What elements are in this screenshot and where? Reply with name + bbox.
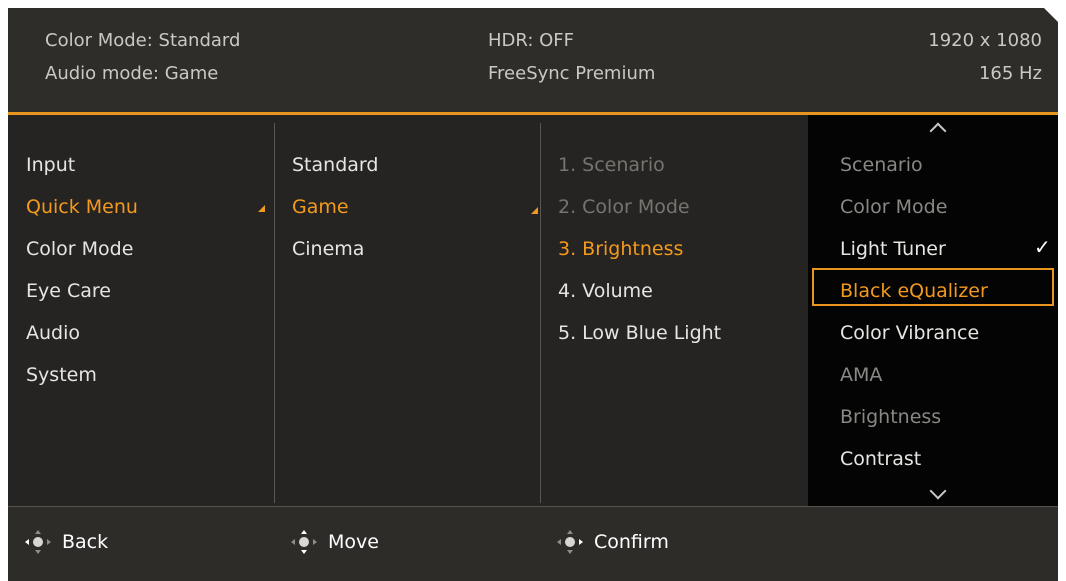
joystick-updown-icon <box>290 530 318 554</box>
function-item-contrast[interactable]: Contrast <box>840 447 921 471</box>
function-item-color-mode: Color Mode <box>840 196 948 218</box>
scroll-down-icon[interactable] <box>929 482 947 500</box>
status-header: Color Mode: Standard Audio mode: Game HD… <box>8 8 1058 112</box>
slot-item-volume[interactable]: 4. Volume <box>558 279 653 303</box>
quick-slot-column: 1. Scenario 2. Color Mode 3. Brightness … <box>540 115 808 506</box>
mode-item-cinema[interactable]: Cinema <box>292 237 364 261</box>
menu-item-eye-care[interactable]: Eye Care <box>26 279 111 303</box>
main-menu-column: Input Quick Menu Color Mode Eye Care Aud… <box>8 115 274 506</box>
function-item-ama: AMA <box>840 364 883 386</box>
confirm-hint[interactable]: Confirm <box>556 527 669 557</box>
function-item-black-equalizer[interactable]: Black eQualizer <box>840 279 988 303</box>
menu-item-color-mode[interactable]: Color Mode <box>26 237 133 261</box>
joystick-left-icon <box>24 530 52 554</box>
move-hint[interactable]: Move <box>290 527 379 557</box>
joystick-right-icon <box>556 530 584 554</box>
move-label: Move <box>328 531 379 553</box>
quick-menu-column: Standard Game Cinema <box>274 115 540 506</box>
mode-item-game[interactable]: Game <box>292 195 349 219</box>
back-label: Back <box>62 531 109 553</box>
function-item-brightness: Brightness <box>840 406 942 428</box>
back-hint[interactable]: Back <box>24 527 108 557</box>
scroll-up-icon[interactable] <box>929 122 947 140</box>
freesync-status: FreeSync Premium <box>488 63 656 84</box>
menu-item-input[interactable]: Input <box>26 153 75 177</box>
confirm-label: Confirm <box>594 531 669 553</box>
corner-notch <box>1044 8 1058 22</box>
slot-item-color-mode: 2. Color Mode <box>558 196 690 218</box>
mode-item-standard[interactable]: Standard <box>292 153 378 177</box>
resolution-status: 1920 x 1080 <box>928 30 1042 51</box>
hdr-status: HDR: OFF <box>488 30 575 51</box>
slot-item-low-blue-light[interactable]: 5. Low Blue Light <box>558 321 721 345</box>
function-item-light-tuner[interactable]: Light Tuner <box>840 237 946 261</box>
function-item-scenario: Scenario <box>840 154 923 176</box>
function-list-column: Scenario Color Mode Light Tuner ✓ Black … <box>808 115 1058 506</box>
menu-item-system[interactable]: System <box>26 363 97 387</box>
refresh-rate-status: 165 Hz <box>978 63 1042 84</box>
monitor-osd: Color Mode: Standard Audio mode: Game HD… <box>8 8 1058 581</box>
menu-item-audio[interactable]: Audio <box>26 321 80 345</box>
checkmark-icon: ✓ <box>1034 235 1051 259</box>
color-mode-status: Color Mode: Standard <box>45 30 241 51</box>
selected-indicator-icon <box>258 205 265 212</box>
selected-indicator-icon <box>531 207 538 214</box>
audio-mode-status: Audio mode: Game <box>45 63 219 84</box>
slot-item-scenario: 1. Scenario <box>558 154 665 176</box>
menu-item-quick-menu[interactable]: Quick Menu <box>26 195 138 219</box>
slot-item-brightness[interactable]: 3. Brightness <box>558 237 683 261</box>
control-hints-footer: Back Move Confirm <box>8 506 1058 581</box>
menu-body: Input Quick Menu Color Mode Eye Care Aud… <box>8 115 1058 506</box>
function-item-color-vibrance[interactable]: Color Vibrance <box>840 321 979 345</box>
